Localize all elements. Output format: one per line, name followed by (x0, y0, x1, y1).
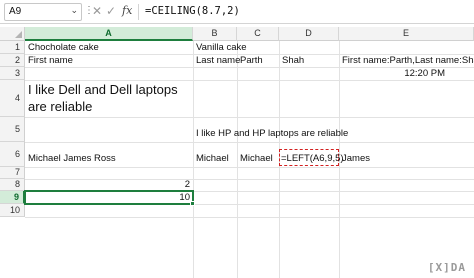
row-header-9[interactable]: 9 (0, 191, 25, 204)
cell-e6[interactable]: James (342, 153, 370, 164)
row-header-10[interactable]: 10 (0, 204, 25, 217)
gridline (193, 41, 194, 278)
cell-b1[interactable]: Vanilla cake (196, 42, 247, 53)
column-header-e[interactable]: E (339, 27, 474, 41)
cell-b5[interactable]: I like HP and HP laptops are reliable (196, 128, 348, 139)
cancel-icon[interactable]: ✕ (92, 4, 102, 18)
row-header-1[interactable]: 1 (0, 41, 25, 54)
column-header-b[interactable]: B (193, 27, 237, 41)
insert-function-button[interactable]: fx (122, 4, 132, 17)
chevron-down-icon[interactable]: ⌄ (70, 5, 78, 16)
cell-a8[interactable]: 2 (25, 179, 190, 190)
cell-a4[interactable]: I like Dell and Dell laptops are reliabl… (28, 81, 196, 115)
cell-a9[interactable]: 10 (25, 192, 190, 203)
formula-bar-divider (138, 4, 139, 20)
cell-d6[interactable]: =LEFT(A6,9,5) (281, 153, 344, 164)
gridline (237, 41, 238, 278)
formula-input[interactable]: =CEILING(8.7,2) (145, 5, 240, 17)
row-header-6[interactable]: 6 (0, 142, 25, 167)
cell-c6[interactable]: Michael (240, 153, 273, 164)
cell-b2[interactable]: Last name (196, 55, 240, 66)
column-header-a[interactable]: A (25, 27, 193, 41)
gridline (25, 142, 474, 143)
cell-e3[interactable]: 12:20 PM (339, 68, 445, 79)
gridline (25, 167, 474, 168)
gridline (25, 117, 474, 118)
cell-a1[interactable]: Chocholate cake (28, 42, 99, 53)
name-box[interactable]: A9 ⌄ (4, 3, 82, 21)
row-header-8[interactable]: 8 (0, 179, 25, 191)
select-all-button[interactable] (0, 27, 25, 41)
column-header-c[interactable]: C (237, 27, 279, 41)
fill-handle[interactable] (190, 201, 195, 206)
cell-b6[interactable]: Michael (196, 153, 229, 164)
name-box-value: A9 (9, 6, 22, 17)
row-header-5[interactable]: 5 (0, 117, 25, 142)
gridline (25, 217, 474, 218)
cell-d2[interactable]: Shah (282, 55, 304, 66)
cell-c2[interactable]: Parth (240, 55, 263, 66)
row-header-2[interactable]: 2 (0, 54, 25, 67)
column-header-d[interactable]: D (279, 27, 339, 41)
formula-bar: A9 ⌄ ⋮ ✕ ✓ fx =CEILING(8.7,2) (0, 0, 474, 24)
cell-a6[interactable]: Michael James Ross (28, 153, 116, 164)
cell-e2[interactable]: First name:Parth,Last name:Shah (342, 55, 474, 66)
row-header-4[interactable]: 4 (0, 80, 25, 117)
cell-a2[interactable]: First name (28, 55, 73, 66)
confirm-icon[interactable]: ✓ (106, 4, 116, 18)
xda-logo: [X]DA (427, 261, 466, 274)
row-header-3[interactable]: 3 (0, 67, 25, 80)
row-header-7[interactable]: 7 (0, 167, 25, 179)
